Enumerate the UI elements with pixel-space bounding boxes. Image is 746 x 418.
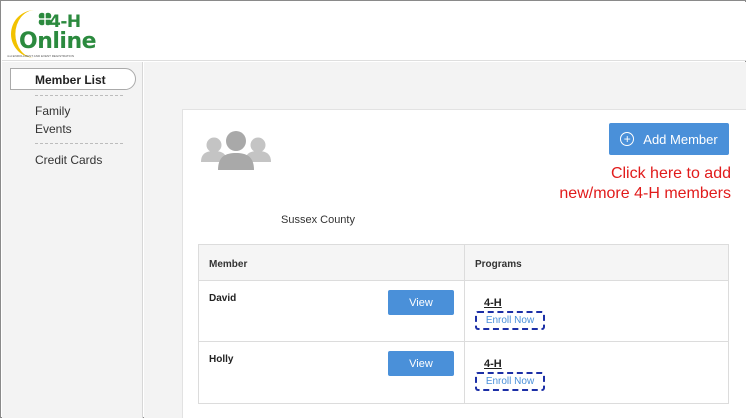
add-member-label: Add Member: [643, 131, 718, 147]
sidebar-divider: [35, 95, 123, 96]
view-button[interactable]: View: [388, 351, 454, 376]
enroll-now-link[interactable]: Enroll Now: [475, 311, 545, 330]
logo-brand-bottom: Online: [19, 29, 97, 54]
people-icon: [201, 131, 271, 170]
sidebar-item-member-list[interactable]: Member List: [10, 68, 136, 90]
app-window: 4-H Online 4-H ENROLLMENT AND EVENT REGI…: [0, 0, 746, 418]
annotation-line-1: Click here to add: [610, 165, 731, 182]
column-header-programs: Programs: [475, 259, 522, 270]
annotation-callout: Click here to add new/more 4-H members: [515, 164, 731, 204]
header: 4-H Online 4-H ENROLLMENT AND EVENT REGI…: [2, 2, 746, 61]
table-row: Holly View 4-H Enroll Now: [199, 342, 728, 403]
county-label: Sussex County: [281, 214, 355, 226]
family-card: + Add Member Click here to add new/more …: [182, 109, 746, 418]
table-row: David View 4-H Enroll Now: [199, 281, 728, 342]
main-content: + Add Member Click here to add new/more …: [144, 62, 746, 418]
sidebar-item-family[interactable]: Family: [35, 104, 70, 118]
sidebar-item-credit-cards[interactable]: Credit Cards: [35, 153, 102, 167]
member-name: Holly: [209, 354, 234, 365]
program-name[interactable]: 4-H: [484, 297, 502, 309]
column-header-member: Member: [209, 259, 248, 270]
view-button[interactable]: View: [388, 290, 454, 315]
members-table: Member Programs David View 4-H Enroll No…: [198, 244, 729, 404]
logo-tagline: 4-H ENROLLMENT AND EVENT REGISTRATION: [7, 54, 75, 58]
sidebar-divider: [35, 143, 123, 144]
sidebar-item-events[interactable]: Events: [35, 122, 72, 136]
plus-circle-icon: +: [620, 132, 635, 146]
logo[interactable]: 4-H Online 4-H ENROLLMENT AND EVENT REGI…: [5, 8, 115, 60]
add-member-button[interactable]: + Add Member: [609, 123, 729, 155]
enroll-now-link[interactable]: Enroll Now: [475, 372, 545, 391]
member-name: David: [209, 293, 237, 304]
annotation-line-2: new/more 4-H members: [559, 185, 731, 202]
sidebar: Member List Family Events Credit Cards: [2, 62, 143, 418]
program-name[interactable]: 4-H: [484, 358, 502, 370]
